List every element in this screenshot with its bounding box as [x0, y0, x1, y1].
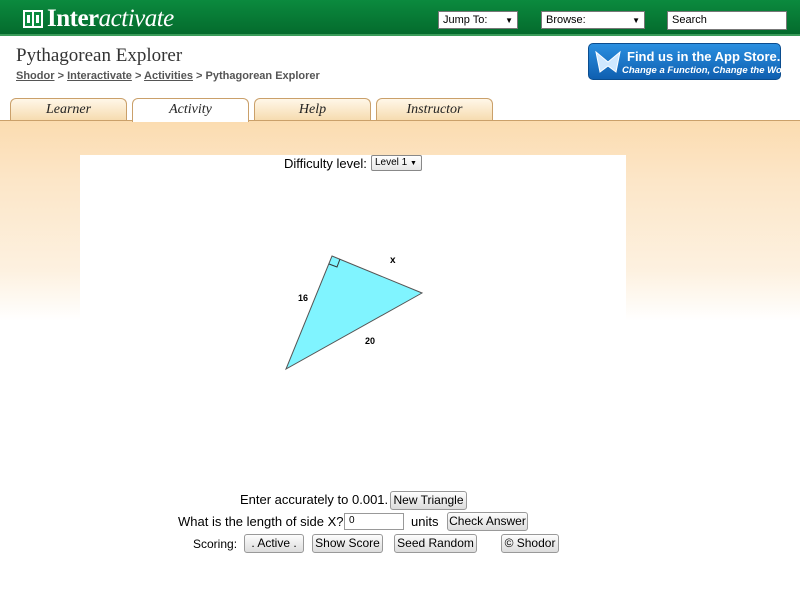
app-store-line1: Find us in the App Store. — [627, 49, 781, 64]
tab-activity[interactable]: Activity — [132, 98, 249, 122]
top-bar: Interactivate Jump To: ▼ Browse: ▼ Searc… — [0, 0, 800, 36]
jump-to-select[interactable]: Jump To: ▼ — [438, 11, 518, 29]
shodor-button[interactable]: © Shodor — [501, 534, 559, 553]
side-16-label: 16 — [298, 293, 308, 303]
tab-learner[interactable]: Learner — [10, 98, 127, 120]
tab-divider — [0, 120, 800, 121]
difficulty-select[interactable]: Level 1 ▼ — [371, 155, 422, 171]
breadcrumb-current: Pythagorean Explorer — [205, 70, 320, 82]
units-label: units — [411, 514, 439, 529]
scoring-label: Scoring: — [193, 537, 238, 551]
app-store-banner[interactable]: Find us in the App Store. Change a Funct… — [588, 43, 794, 80]
difficulty-label: Difficulty level: — [284, 156, 367, 171]
page-title: Pythagorean Explorer — [16, 45, 183, 66]
logo-text-italic: activate — [98, 5, 175, 32]
right-triangle — [284, 255, 424, 371]
side-20-label: 20 — [365, 336, 375, 346]
accuracy-label: Enter accurately to 0.001. — [240, 492, 389, 507]
breadcrumb-separator: > — [196, 70, 203, 82]
tab-bar: Learner Activity Help Instructor — [10, 98, 493, 122]
answer-input[interactable]: 0 — [344, 513, 404, 530]
logo-text-bold: Inter — [47, 5, 99, 32]
show-score-button[interactable]: Show Score — [312, 534, 383, 553]
browse-select[interactable]: Browse: ▼ — [541, 11, 645, 29]
breadcrumb-shodor[interactable]: Shodor — [16, 70, 55, 82]
seed-random-button[interactable]: Seed Random — [394, 534, 477, 553]
triangle-figure: x 16 20 — [284, 255, 424, 371]
breadcrumb-separator: > — [134, 70, 142, 82]
app-icon — [595, 50, 621, 73]
breadcrumb-interactivate[interactable]: Interactivate — [67, 70, 132, 82]
breadcrumb-separator: > — [57, 70, 64, 82]
side-x-label: x — [390, 255, 396, 266]
chevron-down-icon: ▼ — [505, 15, 513, 25]
breadcrumb-activities[interactable]: Activities — [144, 70, 193, 82]
jump-to-label: Jump To: — [443, 14, 488, 26]
chevron-down-icon: ▼ — [632, 15, 640, 25]
active-button[interactable]: . Active . — [244, 534, 304, 553]
breadcrumb: Shodor > Interactivate > Activities > Py… — [16, 70, 320, 82]
app-store-line2: Change a Function, Change the World — [622, 65, 794, 76]
book-icon — [23, 10, 43, 28]
search-input[interactable]: Search — [667, 11, 787, 30]
tab-instructor[interactable]: Instructor — [376, 98, 493, 120]
difficulty-value: Level 1 — [375, 157, 408, 168]
new-triangle-button[interactable]: New Triangle — [390, 491, 467, 510]
browse-label: Browse: — [546, 14, 586, 26]
interactivate-logo[interactable]: Interactivate — [22, 5, 175, 32]
tab-help[interactable]: Help — [254, 98, 371, 120]
question-label: What is the length of side X? — [178, 514, 344, 529]
chevron-down-icon: ▼ — [410, 160, 417, 167]
check-answer-button[interactable]: Check Answer — [447, 512, 528, 531]
